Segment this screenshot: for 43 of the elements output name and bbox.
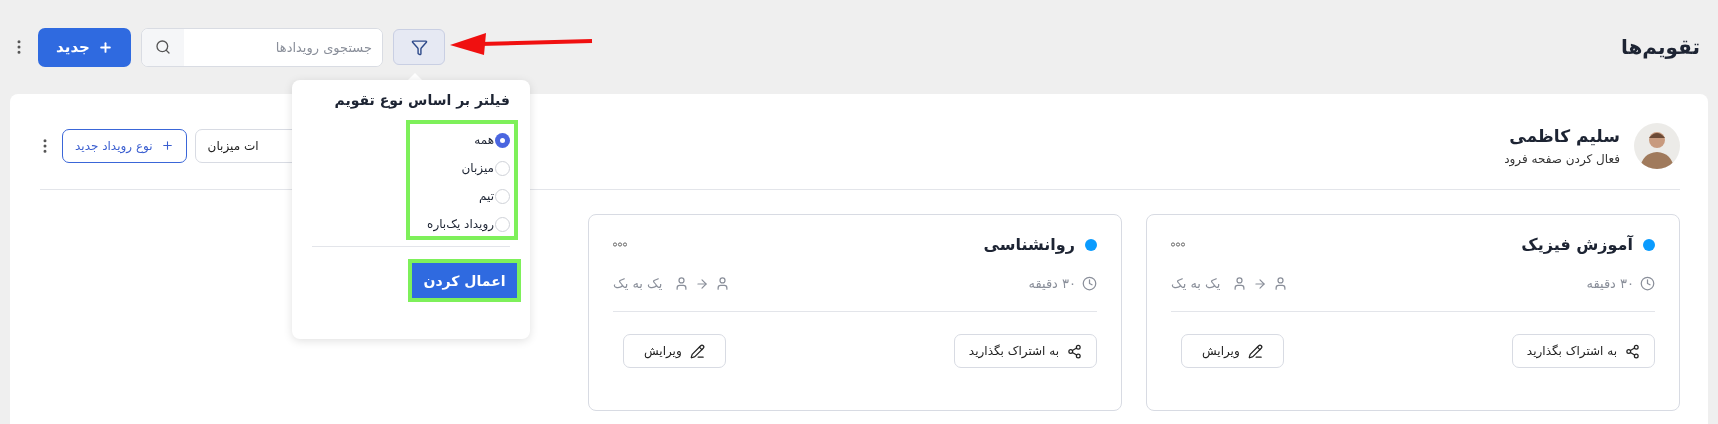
apply-button[interactable]: اعمال کردن [412,263,517,298]
event-title: آموزش فیزیک [1521,235,1633,254]
event-type: یک به یک [613,276,663,291]
option-label: رویداد یک‌باره [427,217,494,231]
arrow-icon [695,276,710,291]
radio-button[interactable] [495,160,510,176]
new-button[interactable]: جدید [38,27,131,67]
share-button[interactable]: به اشتراک بگذارید [953,334,1097,368]
user-icon [1273,276,1289,291]
share-button[interactable]: به اشتراک بگذارید [1511,334,1655,368]
radio-button[interactable] [495,188,510,204]
radio-button[interactable] [495,132,510,148]
pencil-icon [1247,343,1263,359]
search-icon [142,28,184,66]
new-event-type-button[interactable]: نوع رویداد جدید [62,128,187,163]
edit-button[interactable]: ویرایش [623,334,726,368]
option-label: همه [474,133,494,147]
option-label: تیم [479,189,494,203]
event-duration: ۳۰ دقیقه [1028,276,1076,291]
plus-icon [160,139,174,152]
event-duration: ۳۰ دقیقه [1586,276,1634,291]
arrow-icon [1253,276,1268,291]
popup-title: فیلتر بر اساس نوع تقویم [333,92,510,108]
edit-button[interactable]: ویرایش [1181,334,1284,368]
share-icon [1067,343,1082,359]
event-type: یک به یک [1171,276,1221,291]
user-icon [674,276,690,291]
plus-icon [97,39,113,55]
filter-icon [410,38,428,56]
search-field[interactable]: جستجوی رویدادها [141,27,383,67]
user-subtitle: فعال کردن صفحه فرود [1504,151,1620,166]
page-title: تقویم‌ها [1621,35,1700,59]
user-icon [1232,276,1248,291]
event-title: روانشناسی [983,235,1075,254]
clock-icon [1082,276,1097,291]
filter-button[interactable] [393,29,445,65]
user-name: سلیم کاظمی [1508,125,1620,146]
radio-button[interactable] [495,216,510,232]
option-label: میزبان [461,161,494,175]
clock-icon [1640,276,1655,291]
pencil-icon [689,343,705,359]
user-icon [715,276,731,291]
share-icon [1625,343,1640,359]
